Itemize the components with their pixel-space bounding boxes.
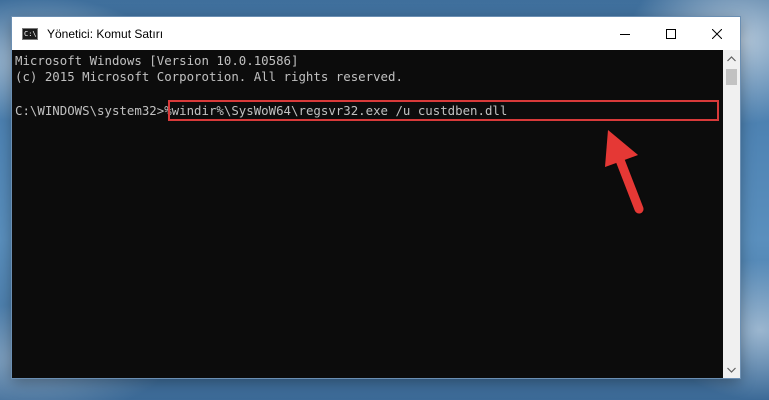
maximize-button[interactable] bbox=[648, 17, 694, 50]
vertical-scrollbar[interactable] bbox=[723, 50, 740, 378]
console-line: (c) 2015 Microsoft Corporotion. All righ… bbox=[15, 69, 403, 84]
minimize-button[interactable] bbox=[602, 17, 648, 50]
command-highlight-box bbox=[168, 100, 719, 121]
scrollbar-thumb[interactable] bbox=[726, 69, 737, 85]
console-line: Microsoft Windows [Version 10.0.10586] bbox=[15, 53, 299, 68]
chevron-down-icon bbox=[727, 367, 736, 373]
cmd-icon-glyph: C:\ bbox=[24, 29, 37, 38]
scroll-down-button[interactable] bbox=[723, 361, 740, 378]
minimize-icon bbox=[620, 33, 630, 35]
chevron-up-icon bbox=[727, 55, 736, 61]
scroll-up-button[interactable] bbox=[723, 50, 740, 67]
close-icon bbox=[712, 28, 722, 39]
title-bar[interactable]: C:\ Yönetici: Komut Satırı bbox=[12, 17, 740, 50]
close-button[interactable] bbox=[694, 17, 740, 50]
window-controls bbox=[602, 17, 740, 50]
cmd-icon[interactable]: C:\ bbox=[22, 27, 38, 40]
maximize-icon bbox=[666, 28, 676, 39]
console-prompt: C:\WINDOWS\system32> bbox=[15, 103, 165, 118]
window-title: Yönetici: Komut Satırı bbox=[47, 26, 164, 41]
red-arrow-icon bbox=[605, 130, 644, 214]
